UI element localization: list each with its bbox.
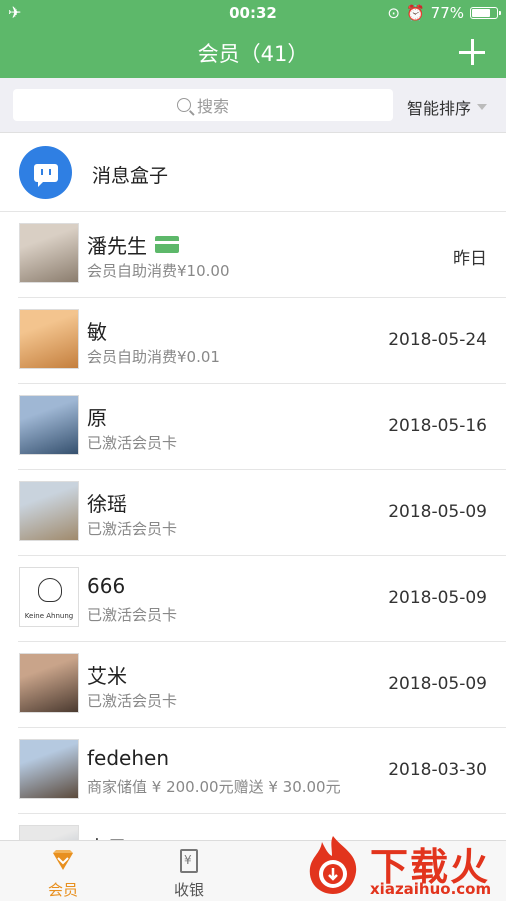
member-row[interactable]: 敏会员自助消费¥0.01 2018-05-24 [0, 298, 506, 384]
battery-icon [470, 7, 501, 19]
member-row[interactable]: 徐瑶已激活会员卡 2018-05-09 [0, 470, 506, 556]
member-date: 2018-05-09 [388, 502, 487, 522]
member-name: 徐瑶 [87, 488, 127, 517]
member-row[interactable]: 潘先生会员自助消费¥10.00 昨日 [0, 212, 506, 298]
avatar-face [38, 578, 62, 602]
member-name: fedehen [87, 746, 169, 770]
fire-logo-icon [309, 836, 357, 894]
search-icon [176, 98, 191, 112]
member-row[interactable]: Keine Ahnung 666 已激活会员卡 2018-05-09 [0, 556, 506, 642]
sort-dropdown[interactable]: 智能排序 [407, 95, 488, 119]
member-subtitle: 已激活会员卡 [87, 434, 178, 452]
member-date: 2018-03-30 [388, 760, 487, 780]
member-row[interactable]: 艾米已激活会员卡 2018-05-09 [0, 642, 506, 728]
chat-icon [33, 163, 58, 187]
member-name-text: 徐瑶 [87, 492, 127, 516]
member-row[interactable]: fedehen 商家储值 ¥ 200.00元赠送 ¥ 30.00元 2018-03-… [0, 728, 506, 814]
member-subtitle: 已激活会员卡 [87, 606, 178, 624]
lock-rotation-icon: ⊙ [387, 4, 400, 22]
search-row: 搜索 智能排序 [0, 78, 506, 133]
battery-percent: 77% [430, 4, 464, 22]
member-subtitle: 已激活会员卡 [87, 692, 178, 710]
watermark: 下载火 xiazaihuo.com [300, 832, 506, 900]
search-placeholder: 搜索 [196, 97, 229, 116]
member-subtitle: 商家储值 ¥ 200.00元赠送 ¥ 30.00元 [87, 778, 341, 796]
status-bar: ✈ 00:32 ⊙ ⏰ 77% [0, 0, 506, 26]
member-name: 敏 [87, 316, 107, 345]
member-row[interactable]: 原已激活会员卡 2018-05-16 [0, 384, 506, 470]
tab-members-label: 会员 [47, 881, 78, 899]
tab-cashier[interactable]: 收银 [126, 841, 252, 901]
tab-cashier-label: 收银 [173, 881, 204, 899]
member-subtitle: 已激活会员卡 [87, 520, 178, 538]
member-avatar [19, 223, 79, 283]
member-avatar [19, 309, 79, 369]
member-avatar [19, 481, 79, 541]
member-name-text: 艾米 [87, 664, 127, 688]
member-date: 2018-05-24 [388, 330, 487, 350]
member-name-text: 原 [87, 406, 107, 430]
member-date: 昨日 [453, 249, 487, 269]
nav-bar: 会员（41） [0, 26, 506, 78]
search-input[interactable]: 搜索 [13, 89, 393, 121]
member-avatar [19, 739, 79, 799]
member-card-icon [155, 236, 179, 253]
member-name: 艾米 [87, 660, 127, 689]
sort-label: 智能排序 [407, 99, 472, 118]
alarm-icon: ⏰ [405, 4, 425, 22]
member-subtitle: 会员自助消费¥0.01 [87, 348, 220, 366]
avatar-caption: Keine Ahnung [24, 612, 74, 620]
member-avatar [19, 395, 79, 455]
receipt-icon [180, 849, 198, 873]
tab-members[interactable]: 会员 [0, 841, 126, 901]
member-avatar [19, 653, 79, 713]
member-name-text: 666 [87, 574, 126, 598]
page-title: 会员（41） [197, 42, 309, 66]
message-box-row[interactable]: 消息盒子 [0, 133, 506, 212]
diamond-icon [53, 850, 73, 870]
member-name-text: 潘先生 [87, 234, 147, 258]
watermark-url: xiazaihuo.com [370, 880, 492, 898]
member-date: 2018-05-16 [388, 416, 487, 436]
member-name-text: fedehen [87, 746, 170, 770]
member-avatar: Keine Ahnung [19, 567, 79, 627]
member-name-text: 敏 [87, 320, 107, 344]
member-subtitle: 会员自助消费¥10.00 [87, 262, 230, 280]
add-icon[interactable] [458, 38, 486, 66]
member-name: 潘先生 [87, 230, 179, 259]
member-date: 2018-05-09 [388, 588, 487, 608]
message-box-title: 消息盒子 [92, 165, 169, 187]
member-name: 原 [87, 402, 107, 431]
member-name: 666 [87, 574, 125, 598]
member-list: 潘先生会员自助消费¥10.00 昨日敏会员自助消费¥0.01 2018-05-24 原… [0, 212, 506, 900]
caret-down-icon [477, 104, 488, 110]
member-date: 2018-05-09 [388, 674, 487, 694]
message-avatar [19, 146, 72, 199]
